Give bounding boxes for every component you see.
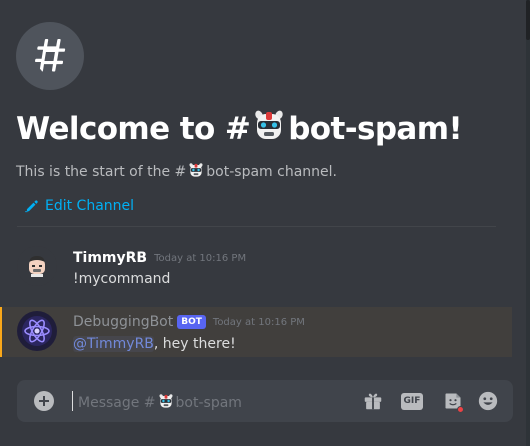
edit-channel-label: Edit Channel [45,198,135,214]
message-content: !mycommand [73,271,171,287]
plus-icon [39,396,49,406]
message-input[interactable]: Message # bot-spam [78,393,242,413]
message-composer[interactable]: Message # bot-spam GIF [17,380,513,422]
emoji-picker-icon[interactable] [477,390,499,412]
gif-icon: GIF [401,392,423,410]
scrollbar-thumb[interactable] [526,0,530,40]
add-attachment-button[interactable] [34,391,54,411]
placeholder-prefix: Message # [78,395,156,411]
notification-dot [457,406,464,413]
message-header: DebuggingBot BOT Today at 10:16 PM [73,314,305,330]
mention-highlight-bar [0,307,2,357]
channel-welcome: Welcome to # bot-spam! This is the start… [16,22,510,214]
channel-hash-icon [16,22,84,90]
edit-channel-button[interactable]: Edit Channel [24,198,510,214]
timestamp: Today at 10:16 PM [212,316,305,328]
robot-emoji-icon [252,108,286,150]
placeholder-channel: bot-spam [175,395,242,411]
avatar[interactable] [17,246,57,286]
sticker-icon[interactable] [442,390,464,413]
text-cursor [72,391,73,411]
username[interactable]: DebuggingBot [73,314,173,330]
scrollbar[interactable] [526,0,530,446]
welcome-subtitle: This is the start of the # bot-spam chan… [16,162,510,182]
timestamp: Today at 10:16 PM [154,252,247,264]
username[interactable]: TimmyRB [73,250,147,266]
gif-button[interactable]: GIF [401,390,423,412]
message-content: @TimmyRB, hey there! [73,336,236,352]
welcome-title-prefix: Welcome to # [16,111,251,147]
message-item-mentioned[interactable]: DebuggingBot BOT Today at 10:16 PM @Timm… [0,307,512,357]
message-header: TimmyRB Today at 10:16 PM [73,250,246,266]
message-item[interactable]: TimmyRB Today at 10:16 PM !mycommand [0,246,512,296]
bot-tag-badge: BOT [177,315,206,329]
message-text: , hey there! [153,336,236,352]
robot-emoji-icon [158,393,174,413]
welcome-subtitle-prefix: This is the start of the # [16,164,187,180]
welcome-title: Welcome to # bot-spam! [16,108,510,150]
gift-icon[interactable] [362,390,384,412]
pencil-icon [25,200,38,213]
robot-emoji-icon [188,162,204,182]
welcome-channel-name: bot-spam! [288,111,462,147]
message-divider [17,226,496,227]
welcome-subtitle-suffix: bot-spam channel. [206,164,337,180]
user-mention[interactable]: @TimmyRB [73,336,154,352]
avatar[interactable] [17,311,57,351]
